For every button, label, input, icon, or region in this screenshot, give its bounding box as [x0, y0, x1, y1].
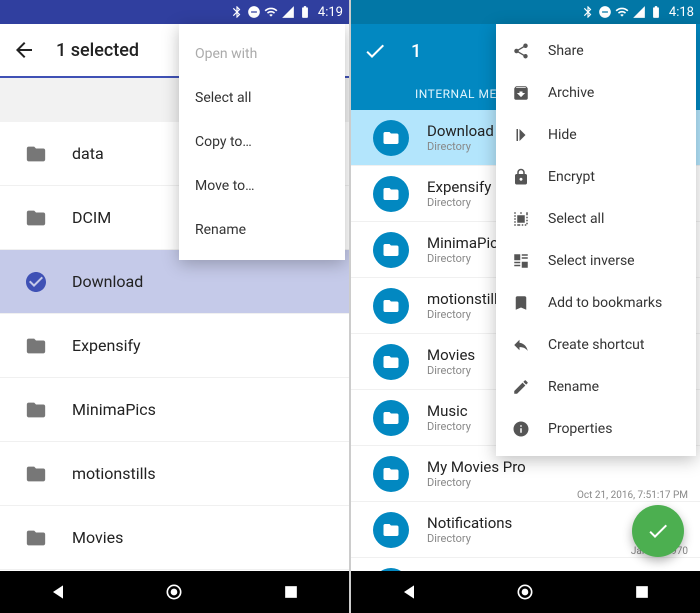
folder-icon — [373, 120, 409, 156]
hide-icon — [512, 126, 530, 144]
info-icon — [512, 420, 530, 438]
fab-confirm[interactable] — [632, 505, 684, 557]
back-icon[interactable] — [12, 38, 36, 62]
nav-recent-icon[interactable] — [632, 582, 652, 602]
menu-bookmarks[interactable]: Add to bookmarks — [496, 282, 696, 324]
menu-move-to[interactable]: Move to… — [179, 164, 345, 208]
list-item[interactable]: MinimaPics — [0, 378, 349, 442]
check-icon[interactable] — [363, 39, 387, 63]
item-date: Oct 21, 2016, 7:51:17 PM — [577, 490, 688, 501]
item-name: My Movies Pro — [427, 458, 577, 476]
phone-left: 4:19 1 selected dataDCIMDownloadExpensif… — [0, 0, 349, 613]
folder-icon — [16, 527, 56, 549]
folder-icon — [373, 344, 409, 380]
nav-bar — [351, 571, 700, 613]
status-time: 4:19 — [318, 5, 343, 20]
edit-icon — [512, 378, 530, 396]
bluetooth-icon — [581, 5, 595, 19]
nav-bar — [0, 571, 349, 613]
folder-icon — [373, 512, 409, 548]
archive-icon — [512, 84, 530, 102]
check-circle-icon — [16, 270, 56, 294]
phone-right: 4:18 1 INTERNAL MEMORY DownloadDirectory… — [351, 0, 700, 613]
select-all-icon — [512, 210, 530, 228]
bookmark-icon — [512, 294, 530, 312]
wifi-icon — [264, 5, 278, 19]
item-name: MinimaPics — [72, 400, 333, 419]
folder-icon — [16, 207, 56, 229]
menu-rename[interactable]: Rename — [496, 366, 696, 408]
nav-home-icon[interactable] — [515, 582, 535, 602]
menu-hide[interactable]: Hide — [496, 114, 696, 156]
battery-icon — [298, 5, 312, 19]
lock-icon — [512, 168, 530, 186]
menu-encrypt[interactable]: Encrypt — [496, 156, 696, 198]
menu-copy-to[interactable]: Copy to… — [179, 120, 345, 164]
check-icon — [646, 519, 670, 543]
status-time: 4:18 — [669, 5, 694, 20]
context-menu: Open with Select all Copy to… Move to… R… — [179, 24, 345, 260]
toolbar-title: 1 — [411, 41, 421, 62]
item-name: Movies — [72, 528, 333, 547]
wifi-icon — [615, 5, 629, 19]
item-name: Notifications — [427, 514, 631, 532]
menu-share[interactable]: Share — [496, 30, 696, 72]
item-name: Expensify — [72, 336, 333, 355]
folder-icon — [373, 176, 409, 212]
share-icon — [512, 42, 530, 60]
folder-icon — [16, 335, 56, 357]
menu-shortcut[interactable]: Create shortcut — [496, 324, 696, 366]
dnd-icon — [598, 5, 612, 19]
status-bar: 4:18 — [351, 0, 700, 24]
item-name: motionstills — [72, 464, 333, 483]
folder-icon — [16, 143, 56, 165]
folder-icon — [373, 456, 409, 492]
menu-properties[interactable]: Properties — [496, 408, 696, 450]
cell-signal-icon — [281, 5, 295, 19]
status-bar: 4:19 — [0, 0, 349, 24]
menu-select-all[interactable]: Select all — [179, 76, 345, 120]
context-menu: Share Archive Hide Encrypt Select all Se… — [496, 24, 696, 456]
bluetooth-icon — [230, 5, 244, 19]
menu-select-inverse[interactable]: Select inverse — [496, 240, 696, 282]
dnd-icon — [247, 5, 261, 19]
cell-signal-icon — [632, 5, 646, 19]
menu-archive[interactable]: Archive — [496, 72, 696, 114]
folder-icon — [373, 232, 409, 268]
menu-select-all[interactable]: Select all — [496, 198, 696, 240]
folder-icon — [373, 288, 409, 324]
folder-icon — [373, 400, 409, 436]
item-subtitle: Directory — [427, 476, 577, 489]
battery-icon — [649, 5, 663, 19]
shortcut-icon — [512, 336, 530, 354]
list-item[interactable]: Expensify — [0, 314, 349, 378]
item-name: Download — [72, 272, 333, 291]
folder-icon — [16, 399, 56, 421]
nav-recent-icon[interactable] — [281, 582, 301, 602]
nav-back-icon[interactable] — [399, 582, 419, 602]
list-item[interactable]: Movies — [0, 506, 349, 570]
list-item[interactable]: motionstills — [0, 442, 349, 506]
folder-icon — [16, 463, 56, 485]
menu-open-with: Open with — [179, 32, 345, 76]
toolbar-title: 1 selected — [56, 40, 139, 61]
select-inverse-icon — [512, 252, 530, 270]
item-subtitle: Directory — [427, 532, 631, 545]
nav-back-icon[interactable] — [48, 582, 68, 602]
menu-rename[interactable]: Rename — [179, 208, 345, 252]
nav-home-icon[interactable] — [164, 582, 184, 602]
